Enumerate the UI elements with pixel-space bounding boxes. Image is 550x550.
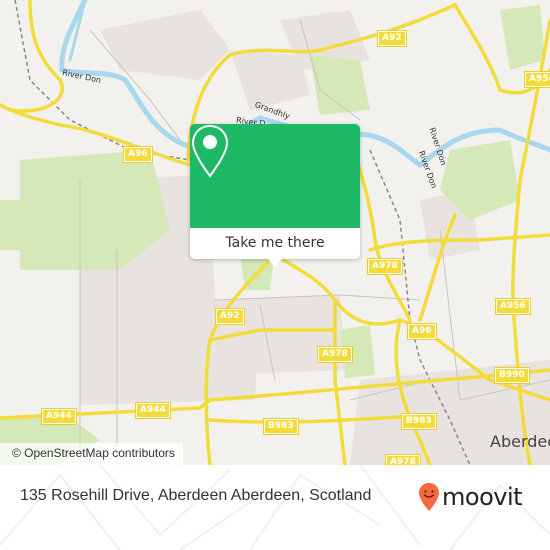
footer: 135 Rosehill Drive, Aberdeen Aberdeen, S…: [0, 465, 550, 550]
address-text: 135 Rosehill Drive, Aberdeen Aberdeen, S…: [20, 487, 372, 504]
road-label: A944: [135, 402, 171, 419]
moovit-pin-icon: [419, 483, 439, 511]
urban-area: [100, 10, 230, 80]
road-label: A978: [367, 258, 403, 275]
road-label: B983: [263, 418, 299, 435]
road-label: A92: [377, 30, 407, 47]
road-label: A978: [385, 454, 421, 465]
map-pin-icon: [191, 124, 229, 178]
road-label: A96: [123, 146, 153, 163]
map-attribution[interactable]: © OpenStreetMap contributors: [0, 443, 183, 465]
road-label: A956: [524, 71, 550, 88]
road-label: B983: [401, 413, 437, 430]
popup-pointer: [267, 258, 283, 267]
park-area: [500, 5, 545, 70]
map-view[interactable]: River Don River Don River Don Grandhly R…: [0, 0, 550, 465]
urban-area: [230, 50, 310, 110]
moovit-logo[interactable]: moovit: [418, 482, 523, 512]
city-label: Aberdeen: [490, 432, 550, 451]
road-label: A956: [495, 298, 531, 315]
park-area: [0, 200, 60, 250]
road-label: B990: [494, 367, 530, 384]
take-me-there-button[interactable]: Take me there: [190, 228, 360, 259]
road-label: A944: [41, 408, 77, 425]
road-label: A92: [215, 308, 245, 325]
brand-name: moovit: [442, 483, 523, 511]
road-label: A96: [407, 323, 437, 340]
popup-header: [190, 124, 360, 228]
road-label: A978: [317, 346, 353, 363]
location-popup: Take me there: [190, 124, 360, 267]
